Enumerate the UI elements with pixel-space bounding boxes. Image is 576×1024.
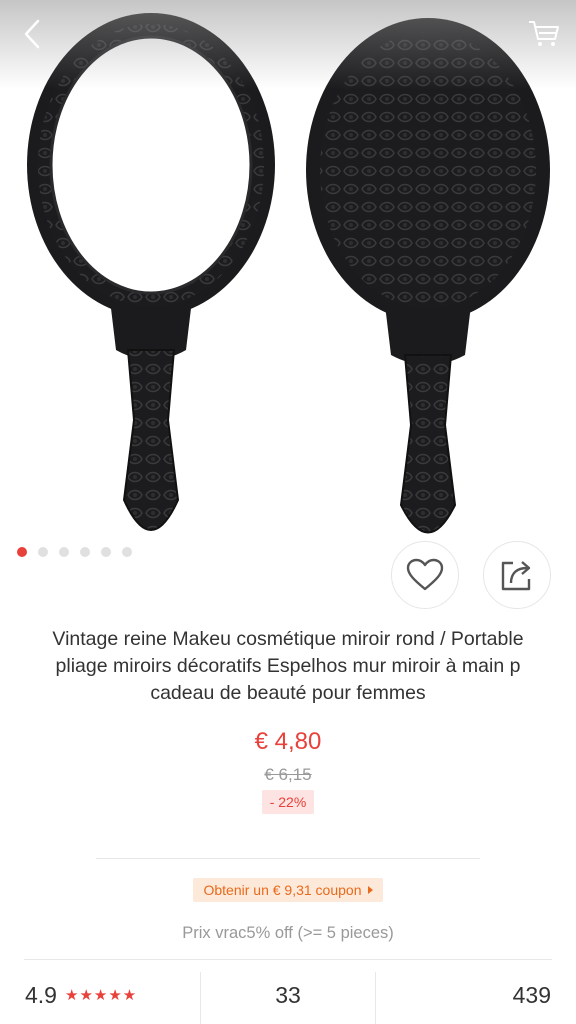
divider [96, 858, 480, 859]
pagination-dot[interactable] [59, 547, 69, 557]
back-button[interactable] [10, 12, 54, 56]
orders-count: 439 [512, 981, 552, 1008]
chevron-left-icon [24, 19, 40, 49]
star-icon: ★ [93, 986, 108, 1004]
pagination-dot[interactable] [38, 547, 48, 557]
coupon-label: Obtenir un € 9,31 coupon [203, 882, 362, 898]
star-icon: ★ [79, 986, 93, 1004]
coupon-button[interactable]: Obtenir un € 9,31 coupon [193, 878, 383, 902]
pagination-dot-active[interactable] [17, 547, 27, 557]
header-gradient [0, 0, 576, 90]
pagination-dot[interactable] [122, 547, 132, 557]
divider [24, 959, 552, 960]
wishlist-button[interactable] [391, 541, 459, 609]
reviews-count: 33 [275, 981, 301, 1008]
star-rating: ★ ★ ★ ★ ★ [65, 988, 136, 1003]
heart-icon [406, 558, 444, 591]
pagination-dot[interactable] [80, 547, 90, 557]
current-price: € 4,80 [254, 728, 322, 755]
star-icon: ★ [122, 986, 137, 1004]
pagination-dot[interactable] [101, 547, 111, 557]
share-button[interactable] [483, 541, 551, 609]
star-icon: ★ [108, 986, 122, 1004]
product-image-gallery[interactable] [0, 0, 576, 576]
share-icon [501, 561, 531, 591]
rating-stat[interactable]: 4.9 ★ ★ ★ ★ ★ [0, 972, 200, 1018]
gallery-pagination [17, 547, 132, 557]
orders-stat[interactable]: 439 [375, 972, 576, 1024]
product-stats: 4.9 ★ ★ ★ ★ ★ 33 439 [0, 972, 576, 1024]
rating-value: 4.9 [25, 981, 57, 1008]
product-title: Vintage reine Makeu cosmétique miroir ro… [52, 628, 524, 704]
star-icon: ★ [64, 986, 79, 1004]
cart-button[interactable] [522, 12, 566, 56]
discount-badge: - 22% [261, 790, 315, 814]
cart-icon [529, 21, 559, 46]
reviews-stat[interactable]: 33 [199, 972, 376, 1024]
original-price: € 6,15 [264, 765, 312, 784]
bulk-price-info: Prix vrac5% off (>= 5 pieces) [182, 924, 394, 942]
caret-right-icon [367, 886, 373, 894]
